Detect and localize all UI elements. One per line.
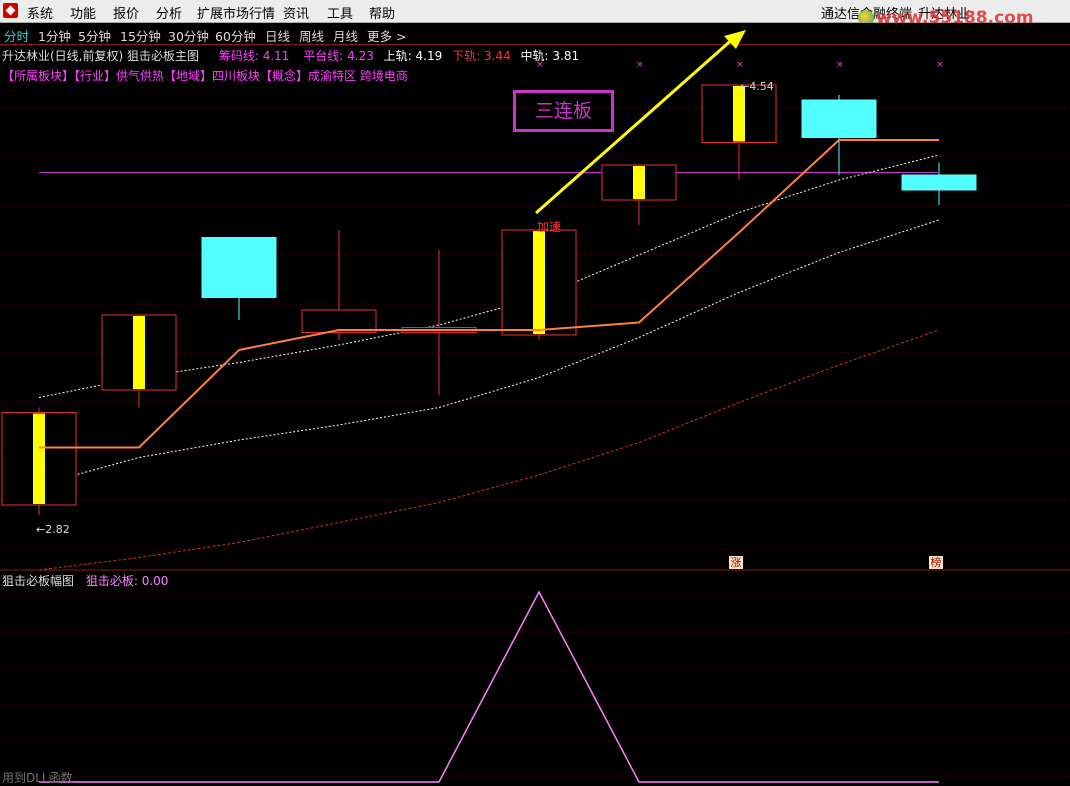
- indicator-middle-label: 中轨:: [520, 49, 549, 63]
- x-marker: ×: [736, 60, 744, 70]
- sub-panel-header: 狙击必板幅图 狙击必板: 0.00: [2, 572, 168, 589]
- low-price-label: ←2.82: [36, 523, 70, 536]
- x-marker: ×: [936, 60, 944, 70]
- indicator-platform-label: 平台线:: [303, 49, 344, 63]
- indicator-upper-value: 4.19: [415, 49, 443, 63]
- limit-up-badge: 涨: [729, 556, 743, 569]
- down-candle-body: [901, 174, 977, 191]
- dll-footer-text: 用到DLL函数: [2, 771, 73, 785]
- high-price-label: ←4.54: [740, 80, 774, 93]
- sub-indicator-line: [39, 590, 939, 783]
- limit-up-marker: [133, 316, 145, 389]
- limit-up-marker: [733, 86, 745, 142]
- main-panel-header: 升达林业(日线,前复权) 狙击必板主图 筹码线: 4.11 平台线: 4.23 …: [2, 47, 579, 64]
- limit-up-marker: [533, 231, 545, 334]
- indicator-lower-label: 下轨:: [452, 49, 481, 63]
- down-candle-body: [201, 237, 277, 298]
- limit-up-marker: [33, 413, 45, 504]
- indicator-middle-value: 3.81: [552, 49, 580, 63]
- indicator-platform-value: 4.23: [347, 49, 374, 63]
- indicator-upper-label: 上轨:: [383, 49, 412, 63]
- main-panel-title: 升达林业(日线,前复权) 狙击必板主图: [2, 49, 199, 63]
- dragon-tiger-list-badge: 榜: [929, 556, 943, 569]
- sector-info: 【所属板块】【行业】供气供热【地域】四川板块【概念】成渝特区 跨境电商: [2, 69, 408, 83]
- limit-up-marker: [633, 166, 645, 199]
- sub-indicator-value: 0.00: [141, 574, 169, 588]
- three-limit-up-annotation: 三连板: [513, 90, 614, 132]
- sub-panel-title: 狙击必板幅图: [2, 574, 75, 588]
- indicator-chip-label: 筹码线:: [218, 49, 259, 63]
- accelerate-label: 加速: [537, 220, 561, 234]
- indicator-lower-value: 3.44: [483, 49, 511, 63]
- trend-arrow-head: [724, 30, 746, 49]
- sub-indicator-label: 狙击必板:: [85, 574, 138, 588]
- platform-line: [39, 139, 939, 449]
- x-marker: ×: [836, 60, 844, 70]
- indicator-chip-value: 4.11: [262, 49, 290, 63]
- down-candle-body: [801, 99, 877, 138]
- x-marker: ×: [636, 60, 644, 70]
